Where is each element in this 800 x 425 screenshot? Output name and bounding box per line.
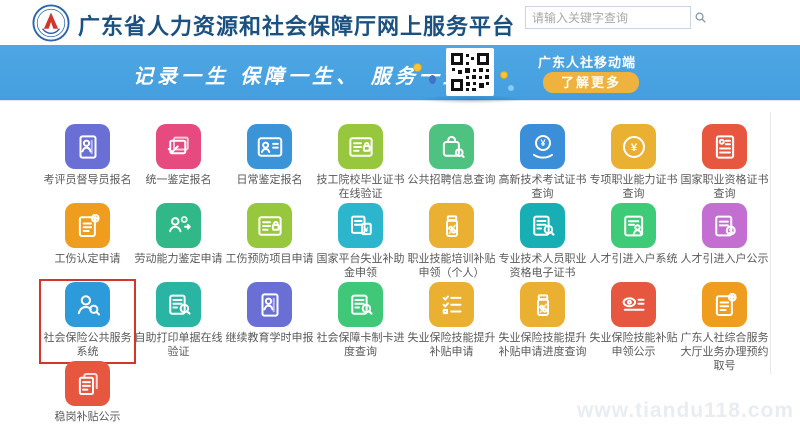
app-tile-label: 工伤认定申请 [40, 252, 136, 266]
doc-money-icon: ¥ [338, 203, 383, 248]
app-tile[interactable]: 日常鉴定报名 [224, 124, 315, 203]
app-tile-label: 专业技术人员职业资格电子证书 [495, 252, 591, 280]
photo-check-icon [156, 124, 201, 169]
gdhrss-emblem-icon [32, 4, 70, 42]
svg-text:¥: ¥ [630, 141, 637, 153]
app-tile[interactable]: 劳动能力鉴定申请 [133, 203, 224, 282]
app-tile-label: 人才引进入户公示 [677, 252, 773, 266]
app-tile[interactable]: 社会保障卡制卡进度查询 [315, 282, 406, 361]
watermark: www.tiandu118.com [577, 399, 794, 423]
app-tile-label: 稳岗补贴公示 [40, 410, 136, 424]
app-tile-label: 劳动能力鉴定申请 [131, 252, 227, 266]
app-tile[interactable]: ¥ 专项职业能力证书查询 [588, 124, 679, 203]
svg-text:¥: ¥ [540, 138, 545, 148]
app-tile[interactable]: $ 人才引进入户公示 [679, 203, 770, 282]
app-tile-label: 失业保险技能补贴申领公示 [586, 331, 682, 359]
qr-code [446, 48, 494, 96]
page: 广东省人力资源和社会保障厅网上服务平台 记录一生 保障一生、 服务一生 [0, 0, 800, 425]
app-tile-label: 广东人社综合服务大厅业务办理预约取号 [677, 331, 773, 373]
app-tile-label: 人才引进入户系统 [586, 252, 682, 266]
app-tile-label: 国家职业资格证书查询 [677, 173, 773, 201]
search-box [525, 6, 691, 29]
pill-bottle-icon [520, 282, 565, 327]
balloon-decoration [508, 85, 514, 91]
app-tile-label: 工伤预防项目申请 [222, 252, 318, 266]
app-tile[interactable]: 失业保险技能补贴申领公示 [588, 282, 679, 361]
doc-search-icon [520, 203, 565, 248]
banner: 记录一生 保障一生、 服务一生 [0, 45, 800, 101]
app-tile[interactable]: 职业技能培训补贴申领（个人） [406, 203, 497, 282]
cert-lock-icon [338, 124, 383, 169]
app-tile-label: 社会保险公共服务系统 [40, 331, 136, 359]
search-input[interactable] [526, 7, 693, 28]
app-tile-label: 技工院校毕业证书在线验证 [313, 173, 409, 201]
app-tile[interactable]: 自助打印单据在线验证 [133, 282, 224, 361]
balloon-decoration [429, 75, 436, 84]
coin-decoration [500, 71, 508, 79]
yen-circle-icon: ¥ [611, 124, 656, 169]
person-card-icon [65, 124, 110, 169]
app-tile[interactable]: 国家职业资格证书查询 [679, 124, 770, 203]
page-title: 广东省人力资源和社会保障厅网上服务平台 [78, 9, 515, 41]
learn-more-button[interactable]: 了解更多 [543, 72, 639, 93]
content-divider [770, 112, 771, 374]
app-tile[interactable]: 稳岗补贴公示 [42, 361, 133, 425]
docs-stack-icon [65, 361, 110, 406]
yen-hand-icon: ¥ [520, 124, 565, 169]
app-tile-label: 自助打印单据在线验证 [131, 331, 227, 359]
app-tile[interactable]: 技工院校毕业证书在线验证 [315, 124, 406, 203]
header: 广东省人力资源和社会保障厅网上服务平台 [0, 0, 800, 45]
app-tile-label: 失业保险技能提升补贴申请进度查询 [495, 331, 591, 359]
app-tile-label: 高新技术考试证书查询 [495, 173, 591, 201]
app-tile[interactable]: 社会保险公共服务系统 [42, 282, 133, 361]
doc-plus-icon [702, 282, 747, 327]
app-tile-label: 公共招聘信息查询 [404, 173, 500, 187]
doc-plus-icon [65, 203, 110, 248]
doc-search-icon [156, 282, 201, 327]
app-tile-label: 考评员督导员报名 [40, 173, 136, 187]
person-search-icon [65, 282, 110, 327]
app-tile[interactable]: 失业保险技能提升补贴申请 [406, 282, 497, 361]
app-tile[interactable]: 继续教育学时申报 [224, 282, 315, 361]
cert-lock-icon [247, 203, 292, 248]
app-tile[interactable]: 工伤预防项目申请 [224, 203, 315, 282]
app-tile[interactable]: 统一鉴定报名 [133, 124, 224, 203]
app-tile[interactable]: 人才引进入户系统 [588, 203, 679, 282]
mobile-app-title: 广东人社移动端 [538, 52, 636, 71]
app-tile[interactable]: ¥ 国家平台失业补助金申领 [315, 203, 406, 282]
app-tile[interactable]: 公共招聘信息查询 [406, 124, 497, 203]
search-icon[interactable] [693, 7, 708, 28]
resume-icon [702, 124, 747, 169]
app-tile-label: 日常鉴定报名 [222, 173, 318, 187]
coin-decoration [413, 63, 422, 72]
app-tile[interactable]: 考评员督导员报名 [42, 124, 133, 203]
people-arrows-icon [156, 203, 201, 248]
id-card-icon [247, 124, 292, 169]
bag-search-icon [429, 124, 474, 169]
app-tile[interactable]: 失业保险技能提升补贴申请进度查询 [497, 282, 588, 361]
svg-text:¥: ¥ [364, 225, 369, 234]
app-tile-label: 社会保障卡制卡进度查询 [313, 331, 409, 359]
app-tile-label: 职业技能培训补贴申领（个人） [404, 252, 500, 280]
qr-shadow [418, 95, 524, 104]
service-grid: 考评员督导员报名 统一鉴定报名 日常鉴定报名 技工院校毕业证书在线验证 公共招聘… [42, 124, 770, 425]
app-tile[interactable]: 专业技术人员职业资格电子证书 [497, 203, 588, 282]
app-tile-label: 国家平台失业补助金申领 [313, 252, 409, 280]
person-card-icon [247, 282, 292, 327]
eye-lines-icon [611, 282, 656, 327]
app-tile[interactable]: 工伤认定申请 [42, 203, 133, 282]
doc-person-icon [611, 203, 656, 248]
doc-dollar-icon: $ [702, 203, 747, 248]
doc-search-icon [338, 282, 383, 327]
checklist-icon [429, 282, 474, 327]
app-tile-label: 继续教育学时申报 [222, 331, 318, 345]
app-tile-label: 专项职业能力证书查询 [586, 173, 682, 201]
pill-bottle-icon [429, 203, 474, 248]
app-tile[interactable]: 广东人社综合服务大厅业务办理预约取号 [679, 282, 770, 361]
app-tile[interactable]: ¥ 高新技术考试证书查询 [497, 124, 588, 203]
app-tile-label: 统一鉴定报名 [131, 173, 227, 187]
app-tile-label: 失业保险技能提升补贴申请 [404, 331, 500, 359]
